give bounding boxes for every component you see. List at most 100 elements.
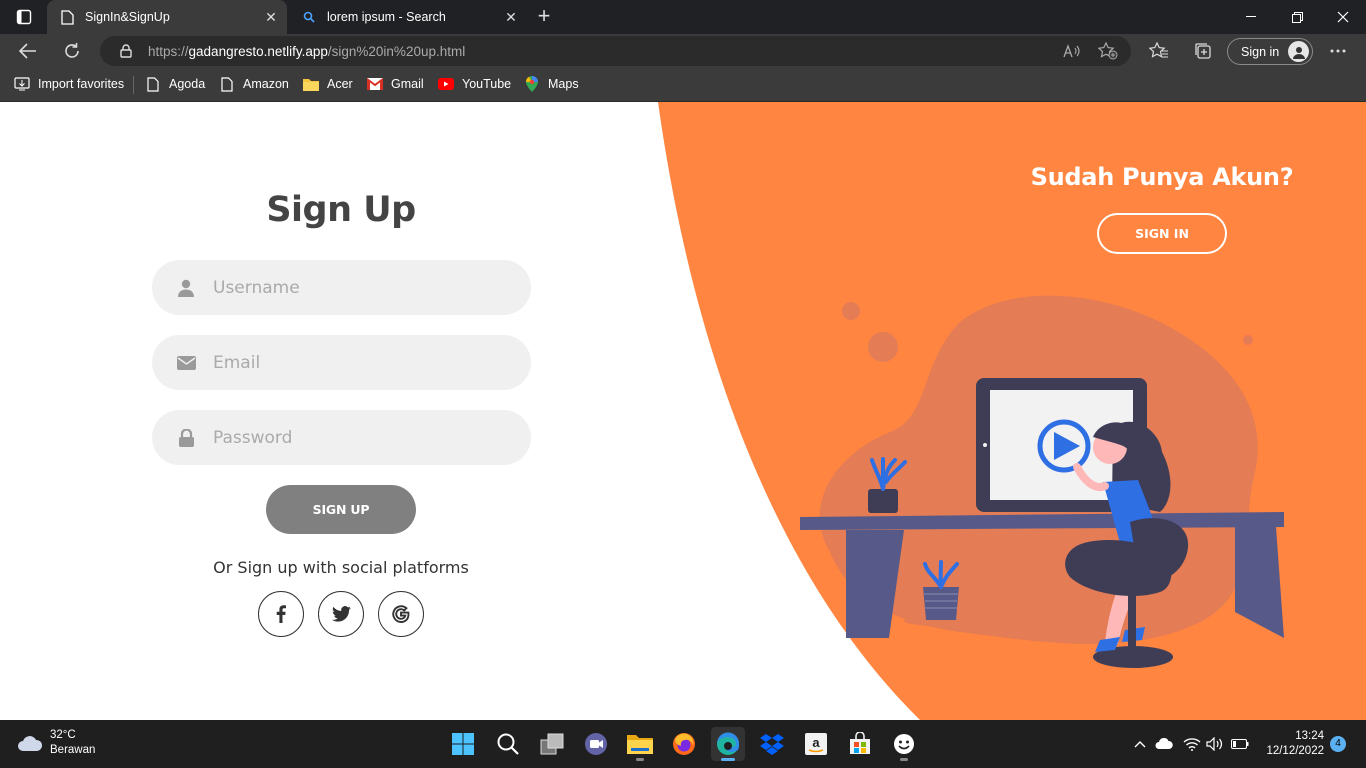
tab-actions-icon[interactable]	[10, 6, 38, 28]
emoji-icon	[894, 734, 914, 754]
taskbar-dropbox[interactable]	[755, 727, 789, 761]
volume-tray[interactable]	[1205, 734, 1225, 754]
chat-icon	[585, 733, 607, 755]
person-watching-video-illustration	[800, 295, 1284, 668]
temperature: 32°C	[50, 729, 76, 741]
address-bar[interactable]: https://gadangresto.netlify.app/sign%20i…	[100, 36, 1131, 66]
battery-tray[interactable]	[1230, 734, 1250, 754]
page-icon	[59, 9, 75, 25]
favorite-import-favorites[interactable]: Import favorites	[14, 68, 124, 100]
tab-lorem-ipsum-search[interactable]: lorem ipsum - Search ✕	[289, 0, 527, 34]
favorite-gmail[interactable]: Gmail	[367, 68, 424, 100]
taskbar-emoji-app[interactable]	[887, 727, 921, 761]
close-tab-icon[interactable]: ✕	[261, 7, 281, 27]
show-hidden-icons[interactable]	[1130, 734, 1150, 754]
facebook-icon	[276, 605, 286, 623]
google-button[interactable]	[378, 591, 424, 637]
weather-widget[interactable]: 32°C Berawan	[16, 728, 95, 758]
start-button[interactable]	[446, 727, 480, 761]
amazon-icon: a	[805, 733, 827, 755]
favorite-label: Import favorites	[38, 77, 125, 91]
url-text: https://gadangresto.netlify.app/sign%20i…	[148, 43, 466, 59]
search-icon	[301, 9, 317, 25]
taskbar-amazon[interactable]: a	[799, 727, 833, 761]
running-indicator	[900, 758, 908, 761]
favorite-label: YouTube	[462, 77, 512, 91]
panel-question: Sudah Punya Akun?	[1030, 163, 1294, 191]
favorites-separator	[133, 76, 134, 94]
more-options-icon[interactable]	[1324, 37, 1352, 65]
google-icon	[392, 605, 410, 623]
lock-icon[interactable]	[118, 43, 134, 59]
favorite-label: Maps	[548, 77, 579, 91]
user-icon	[176, 278, 196, 298]
favorite-label: Acer	[327, 77, 353, 91]
taskbar-store[interactable]	[843, 727, 877, 761]
restore-icon[interactable]	[1274, 0, 1320, 34]
favorites-icon[interactable]	[1145, 37, 1173, 65]
task-view-icon	[540, 733, 564, 755]
add-favorite-icon[interactable]	[1094, 37, 1122, 65]
taskbar-file-explorer[interactable]	[623, 727, 657, 761]
facebook-button[interactable]	[258, 591, 304, 637]
refresh-icon[interactable]	[58, 37, 86, 65]
favorite-maps[interactable]: Maps	[524, 68, 579, 100]
envelope-icon	[176, 353, 196, 373]
social-platforms-text: Or Sign up with social platforms	[213, 558, 469, 577]
taskbar-edge[interactable]	[711, 727, 745, 761]
close-window-icon[interactable]	[1320, 0, 1366, 34]
email-field[interactable]	[152, 335, 531, 390]
store-icon	[850, 732, 870, 754]
email-input[interactable]	[213, 352, 493, 373]
tab-title: SignIn&SignUp	[85, 10, 170, 24]
clock-date: 12/12/2022	[1266, 745, 1324, 757]
twitter-button[interactable]	[318, 591, 364, 637]
edge-icon	[717, 732, 740, 755]
wifi-icon	[1183, 738, 1201, 751]
start-icon	[452, 733, 474, 755]
weather-text: Berawan	[50, 744, 96, 756]
favorite-youtube[interactable]: YouTube	[438, 68, 511, 100]
notification-badge[interactable]: 4	[1330, 736, 1346, 752]
username-input[interactable]	[213, 277, 493, 298]
favorite-amazon[interactable]: Amazon	[219, 68, 289, 100]
search-icon	[497, 733, 519, 755]
back-icon[interactable]	[14, 37, 42, 65]
favorites-bar: Import favorites Agoda Amazon Acer Gmail…	[0, 68, 1366, 102]
import-favorites-icon	[14, 76, 30, 92]
favorite-label: Agoda	[169, 77, 206, 91]
volume-icon	[1206, 737, 1223, 751]
url-path: /sign%20in%20up.html	[327, 43, 466, 59]
lock-icon	[176, 428, 196, 448]
page-icon	[145, 76, 161, 92]
favorite-acer[interactable]: Acer	[303, 68, 353, 100]
wifi-tray[interactable]	[1182, 734, 1202, 754]
taskbar-chat[interactable]	[579, 727, 613, 761]
password-field[interactable]	[152, 410, 531, 465]
read-aloud-icon[interactable]	[1058, 37, 1086, 65]
browser-toolbar: https://gadangresto.netlify.app/sign%20i…	[0, 34, 1366, 68]
taskbar-task-view[interactable]	[535, 727, 569, 761]
page-icon	[219, 76, 235, 92]
favorite-agoda[interactable]: Agoda	[145, 68, 205, 100]
taskbar-search[interactable]	[491, 727, 525, 761]
signin-button[interactable]: SIGN IN	[1097, 213, 1227, 254]
new-tab-icon[interactable]: +	[532, 5, 556, 29]
close-tab-icon[interactable]: ✕	[501, 7, 521, 27]
tab-signin-signup[interactable]: SignIn&SignUp ✕	[47, 0, 287, 34]
taskbar-firefox[interactable]	[667, 727, 701, 761]
password-input[interactable]	[213, 427, 493, 448]
svg-text:a: a	[812, 735, 820, 750]
form-title: Sign Up	[266, 190, 416, 230]
url-host: gadangresto.netlify.app	[188, 43, 328, 59]
minimize-icon[interactable]	[1228, 0, 1274, 34]
username-field[interactable]	[152, 260, 531, 315]
page-content: Sign Up SIGN UP Or Sign up with social p…	[0, 102, 1366, 720]
onedrive-tray[interactable]	[1154, 734, 1174, 754]
gmail-icon	[367, 76, 383, 92]
signup-button[interactable]: SIGN UP	[266, 485, 416, 534]
system-clock[interactable]: 13:24 12/12/2022	[1258, 729, 1324, 759]
collections-icon[interactable]	[1189, 37, 1217, 65]
running-indicator	[721, 758, 735, 761]
profile-signin-button[interactable]: Sign in	[1227, 38, 1313, 65]
